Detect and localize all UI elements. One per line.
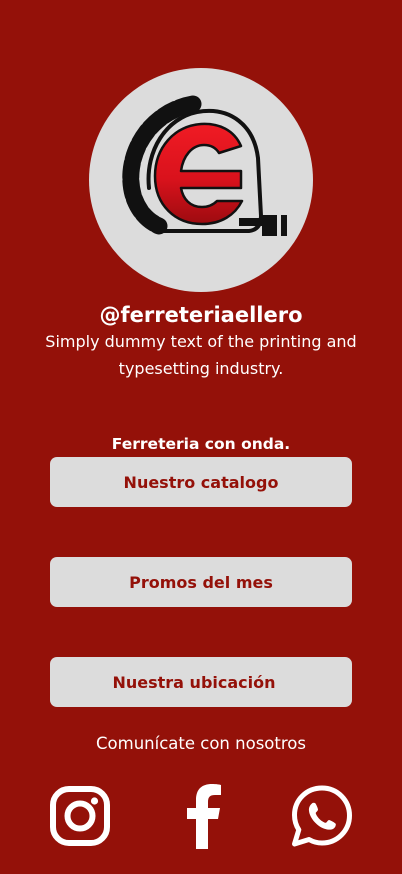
- profile-logo: [89, 68, 313, 292]
- section-subtitle: Ferreteria con onda.: [111, 435, 291, 453]
- catalog-button-label: Nuestro catalogo: [123, 472, 279, 492]
- promos-button-label: Promos del mes: [129, 572, 273, 592]
- whatsapp-icon[interactable]: [291, 783, 353, 849]
- location-button[interactable]: Nuestra ubicación: [50, 657, 352, 707]
- promos-button[interactable]: Promos del mes: [50, 557, 352, 607]
- profile-tagline: Simply dummy text of the printing and ty…: [45, 332, 357, 378]
- location-button-label: Nuestra ubicación: [112, 672, 276, 692]
- contact-label: Comunícate con nosotros: [96, 734, 306, 753]
- instagram-icon[interactable]: [49, 783, 111, 849]
- facebook-icon[interactable]: [186, 783, 222, 849]
- profile-handle: @ferreteriaellero: [99, 303, 303, 327]
- measuring-tape-e-logo-icon: [122, 95, 287, 236]
- catalog-button[interactable]: Nuestro catalogo: [50, 457, 352, 507]
- mobile-linktree-screen: { "profile": { "handle": "@ferreteriaell…: [0, 0, 402, 874]
